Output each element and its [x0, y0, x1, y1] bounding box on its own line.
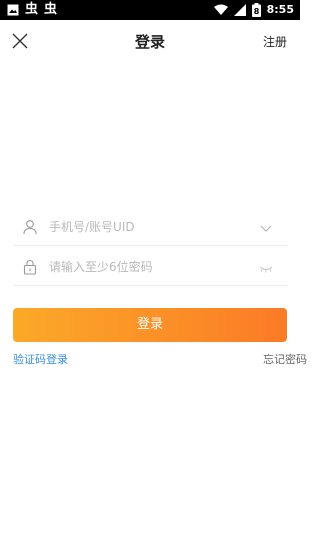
wifi-icon	[213, 4, 228, 15]
account-field[interactable]	[13, 210, 287, 246]
page-title: 登录	[134, 33, 165, 51]
forgot-password-link[interactable]: 忘记密码	[263, 351, 307, 367]
login-button[interactable]: 登录	[13, 308, 287, 342]
status-notifications: 虫 虫	[7, 2, 57, 18]
battery-icon: 8	[251, 3, 261, 17]
svg-text:8: 8	[253, 7, 259, 16]
cat-icon: 虫	[25, 2, 39, 17]
cat-icon: 虫	[44, 2, 58, 17]
status-system: 8 8:55	[213, 2, 294, 18]
nav-bar: 登录 注册	[0, 20, 300, 62]
chevron-down-icon[interactable]	[259, 221, 273, 235]
password-input[interactable]	[49, 257, 249, 277]
cellular-icon	[233, 4, 246, 16]
eye-closed-icon[interactable]	[259, 261, 273, 275]
status-bar: 虫 虫 8 8:55	[0, 0, 300, 20]
sms-login-link[interactable]: 验证码登录	[13, 351, 68, 367]
user-icon	[23, 220, 37, 235]
close-icon	[12, 33, 28, 49]
close-button[interactable]	[8, 29, 32, 53]
lock-icon	[23, 259, 37, 275]
status-time: 8:55	[266, 3, 294, 16]
image-icon	[7, 4, 19, 16]
password-field[interactable]	[13, 250, 287, 286]
account-input[interactable]	[49, 217, 249, 237]
register-button[interactable]: 注册	[263, 33, 287, 50]
